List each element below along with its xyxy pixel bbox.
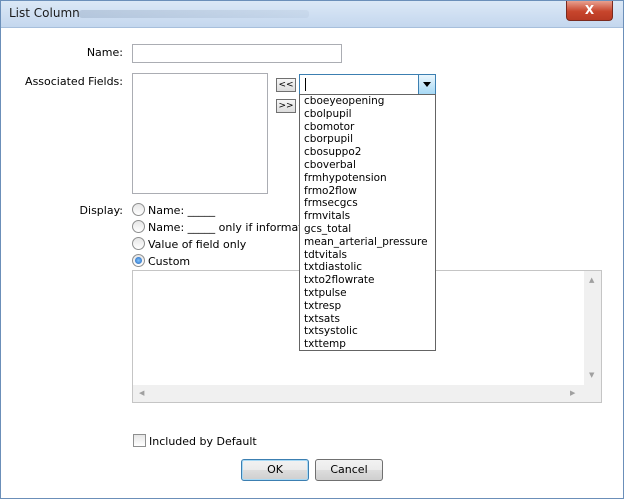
scroll-right-icon[interactable]: ▶ xyxy=(570,389,575,397)
title-bar: List Column X xyxy=(1,1,623,28)
display-option-name-if-info[interactable]: Name: _____ only if information i xyxy=(132,220,326,236)
ok-button[interactable]: OK xyxy=(241,459,309,481)
display-label: Display: xyxy=(79,204,123,217)
dropdown-item[interactable]: cboeyeopening xyxy=(300,95,435,108)
dropdown-item[interactable]: cboverbal xyxy=(300,159,435,172)
dropdown-item[interactable]: txtdiastolic xyxy=(300,261,435,274)
checkbox-label: Included by Default xyxy=(149,435,257,448)
dropdown-item[interactable]: cbolpupil xyxy=(300,108,435,121)
name-label: Name: xyxy=(86,46,123,59)
associated-fields-label: Associated Fields: xyxy=(25,75,123,88)
radio-label: Custom xyxy=(148,255,191,268)
dropdown-item[interactable]: cbosuppo2 xyxy=(300,146,435,159)
dropdown-item[interactable]: frmhypotension xyxy=(300,172,435,185)
text-caret xyxy=(305,78,306,91)
combo-dropdown-button[interactable] xyxy=(418,75,435,94)
radio-button[interactable] xyxy=(132,203,145,216)
close-button[interactable]: X xyxy=(566,1,613,21)
field-dropdown-list[interactable]: cboeyeopening cbolpupil cbomotor cborpup… xyxy=(299,94,436,351)
dropdown-item[interactable]: txtsats xyxy=(300,313,435,326)
radio-label: Name: _____ xyxy=(148,204,216,217)
dropdown-item[interactable]: cborpupil xyxy=(300,133,435,146)
dropdown-item[interactable]: frmsecgcs xyxy=(300,197,435,210)
scroll-down-icon[interactable]: ▼ xyxy=(589,371,594,379)
included-by-default-checkbox[interactable]: Included by Default xyxy=(133,434,257,448)
title-blur xyxy=(79,10,309,18)
dropdown-item[interactable]: txtsystolic xyxy=(300,325,435,338)
remove-field-button[interactable]: >> xyxy=(276,99,296,113)
list-column-dialog: List Column X Name: Associated Fields: <… xyxy=(0,0,624,499)
vertical-scrollbar[interactable]: ▲ ▼ xyxy=(584,271,601,386)
field-combo[interactable] xyxy=(299,74,436,95)
dropdown-item[interactable]: tdtvitals xyxy=(300,249,435,262)
cancel-button[interactable]: Cancel xyxy=(315,459,383,481)
associated-fields-list[interactable] xyxy=(132,73,268,194)
close-icon: X xyxy=(584,3,595,17)
radio-label: Value of field only xyxy=(148,238,247,251)
radio-button[interactable] xyxy=(132,237,145,250)
dropdown-item[interactable]: txtpulse xyxy=(300,287,435,300)
dropdown-item[interactable]: cbomotor xyxy=(300,121,435,134)
scroll-up-icon[interactable]: ▲ xyxy=(589,276,594,284)
add-field-button[interactable]: << xyxy=(276,78,296,92)
dropdown-item[interactable]: txto2flowrate xyxy=(300,274,435,287)
checkbox-box[interactable] xyxy=(133,434,146,447)
scroll-left-icon[interactable]: ◀ xyxy=(139,389,144,397)
window-title: List Column xyxy=(9,6,80,20)
dropdown-item[interactable]: mean_arterial_pressure xyxy=(300,236,435,249)
dropdown-item[interactable]: frmvitals xyxy=(300,210,435,223)
name-input[interactable] xyxy=(132,44,342,63)
dropdown-item[interactable]: txtresp xyxy=(300,300,435,313)
dropdown-item[interactable]: txttemp xyxy=(300,338,435,351)
radio-button-selected[interactable] xyxy=(132,254,145,267)
horizontal-scrollbar[interactable]: ◀ ▶ xyxy=(133,385,584,402)
dropdown-item[interactable]: gcs_total xyxy=(300,223,435,236)
display-option-value-only[interactable]: Value of field only xyxy=(132,237,246,253)
dropdown-item[interactable]: frmo2flow xyxy=(300,185,435,198)
radio-button[interactable] xyxy=(132,220,145,233)
display-option-custom[interactable]: Custom xyxy=(132,254,190,270)
scroll-corner xyxy=(584,385,601,402)
display-option-name[interactable]: Name: _____ xyxy=(132,203,215,219)
chevron-down-icon xyxy=(423,82,431,87)
